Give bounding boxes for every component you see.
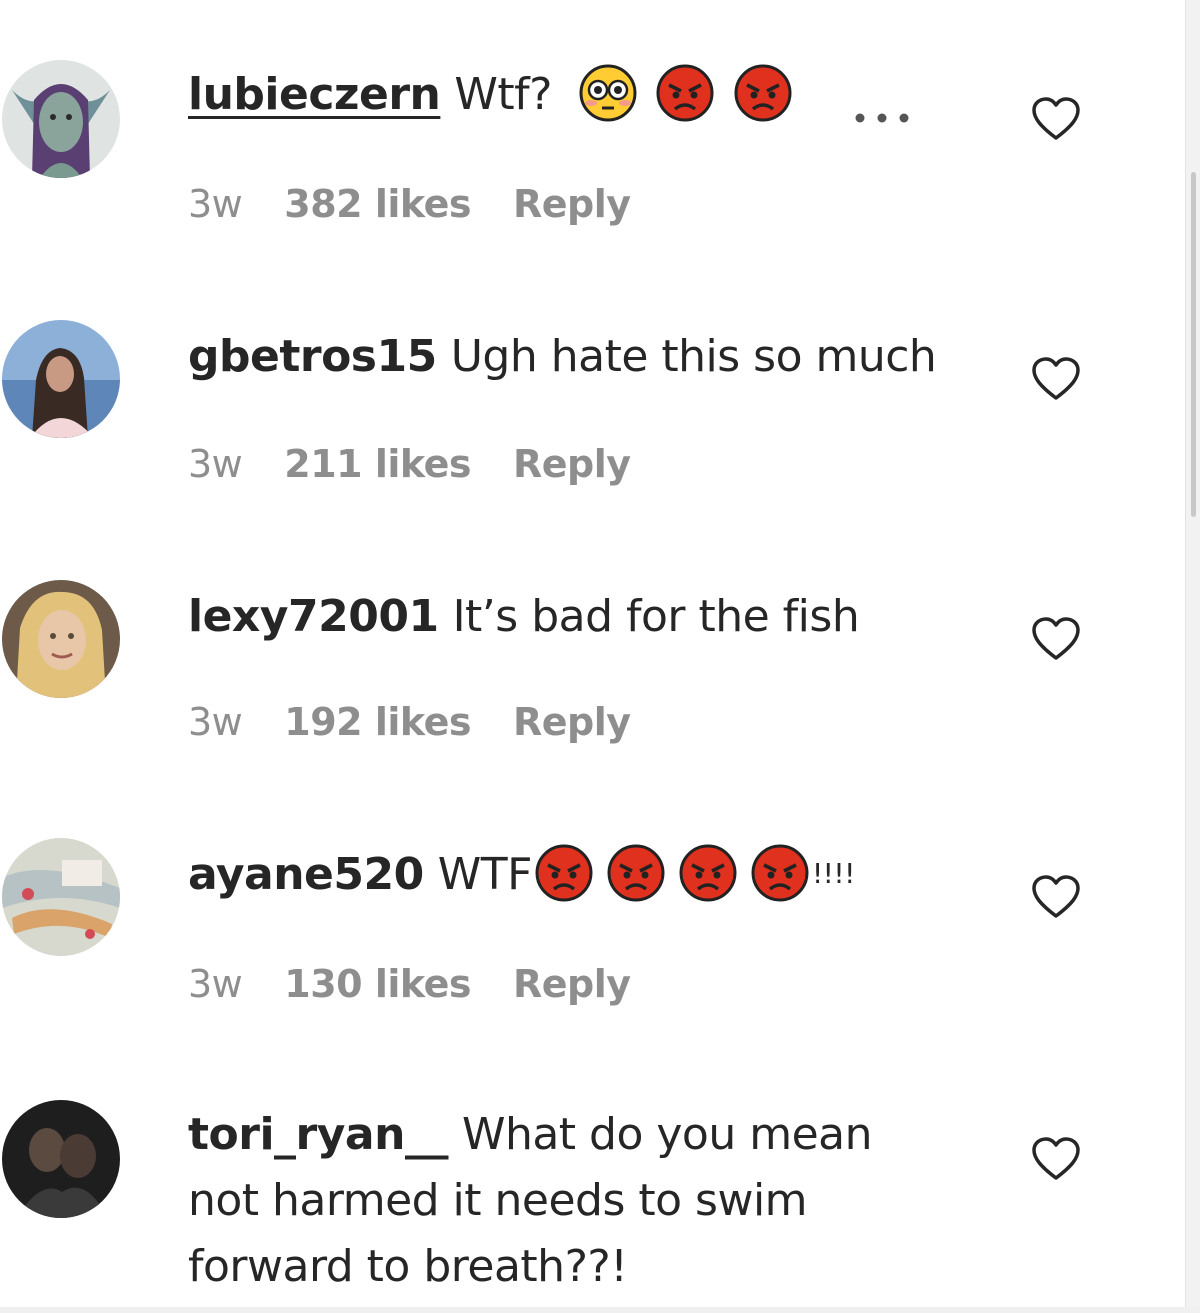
comment-text-line: ayane520 WTF !!!! (188, 842, 968, 913)
angry-face-emoji (656, 64, 714, 122)
heart-outline-icon[interactable] (1030, 1136, 1082, 1182)
likes-count[interactable]: 211 likes (284, 442, 471, 486)
comment-item: ayane520 WTF !!!! 3w 130 likes Reply (0, 778, 1186, 1040)
comment-text: Ugh hate this so much (450, 331, 937, 382)
comment-text: Wtf? (454, 69, 552, 120)
comment-item: lexy72001 It’s bad for the fish 3w 192 lik… (0, 520, 1186, 778)
comment-item: lubieczern Wtf? 3w 382 likes Reply (0, 0, 1186, 260)
comment-text-line: forward to breath??! (188, 1234, 968, 1300)
likes-count[interactable]: 382 likes (284, 182, 471, 226)
comment-text-suffix: !!!! (811, 857, 855, 890)
angry-face-emoji (535, 844, 593, 902)
username-link[interactable]: gbetros15 (188, 331, 437, 382)
heart-outline-icon[interactable] (1030, 874, 1082, 920)
username-link[interactable]: tori_ryan__ (188, 1109, 448, 1160)
timestamp[interactable]: 3w (188, 962, 243, 1006)
comment-meta: 3w 192 likes Reply (188, 700, 673, 744)
heart-outline-icon[interactable] (1030, 356, 1082, 402)
comment-item: gbetros15 Ugh hate this so much 3w 211 lik… (0, 260, 1186, 520)
avatar[interactable] (2, 320, 120, 438)
reply-button[interactable]: Reply (513, 700, 631, 744)
timestamp[interactable]: 3w (188, 442, 243, 486)
reply-button[interactable]: Reply (513, 442, 631, 486)
angry-face-emoji (751, 844, 809, 902)
avatar[interactable] (2, 60, 120, 178)
comment-meta: 3w 211 likes Reply (188, 442, 673, 486)
reply-button[interactable]: Reply (513, 962, 631, 1006)
comment-text-line-1: What do you mean (461, 1109, 873, 1160)
comment-text: WTF (437, 849, 533, 900)
username-link[interactable]: lexy72001 (188, 591, 439, 642)
comment-text-line-3: forward to breath??! (188, 1241, 628, 1292)
comment-text: It’s bad for the fish (452, 591, 860, 642)
angry-face-emoji (607, 844, 665, 902)
comment-meta: 3w 382 likes Reply (188, 182, 673, 226)
flushed-face-emoji (579, 64, 636, 122)
avatar[interactable] (2, 1100, 120, 1218)
ellipsis-icon[interactable] (852, 108, 912, 128)
avatar[interactable] (2, 580, 120, 698)
comment-text-line: not harmed it needs to swim (188, 1168, 968, 1234)
username-link[interactable]: ayane520 (188, 849, 424, 900)
comment-text-line: lubieczern Wtf? (188, 62, 968, 128)
timestamp[interactable]: 3w (188, 182, 243, 226)
username-link[interactable]: lubieczern (188, 69, 441, 120)
comment-text-line: tori_ryan__ What do you mean (188, 1102, 968, 1168)
likes-count[interactable]: 130 likes (284, 962, 471, 1006)
avatar[interactable] (2, 838, 120, 956)
heart-outline-icon[interactable] (1030, 616, 1082, 662)
angry-face-emoji (679, 844, 737, 902)
comment-meta: 3w 130 likes Reply (188, 962, 673, 1006)
comment-text-line-2: not harmed it needs to swim (188, 1175, 808, 1226)
scrollbar-track[interactable] (1185, 0, 1200, 1313)
comment-text-line: lexy72001 It’s bad for the fish (188, 584, 968, 650)
comment-text-line: gbetros15 Ugh hate this so much (188, 324, 968, 390)
likes-count[interactable]: 192 likes (284, 700, 471, 744)
reply-button[interactable]: Reply (513, 182, 631, 226)
comment-item: tori_ryan__ What do you mean not harmed i… (0, 1040, 1186, 1313)
angry-face-emoji (734, 64, 791, 122)
timestamp[interactable]: 3w (188, 700, 243, 744)
scrollbar-thumb[interactable] (1191, 172, 1196, 517)
heart-outline-icon[interactable] (1030, 96, 1082, 142)
